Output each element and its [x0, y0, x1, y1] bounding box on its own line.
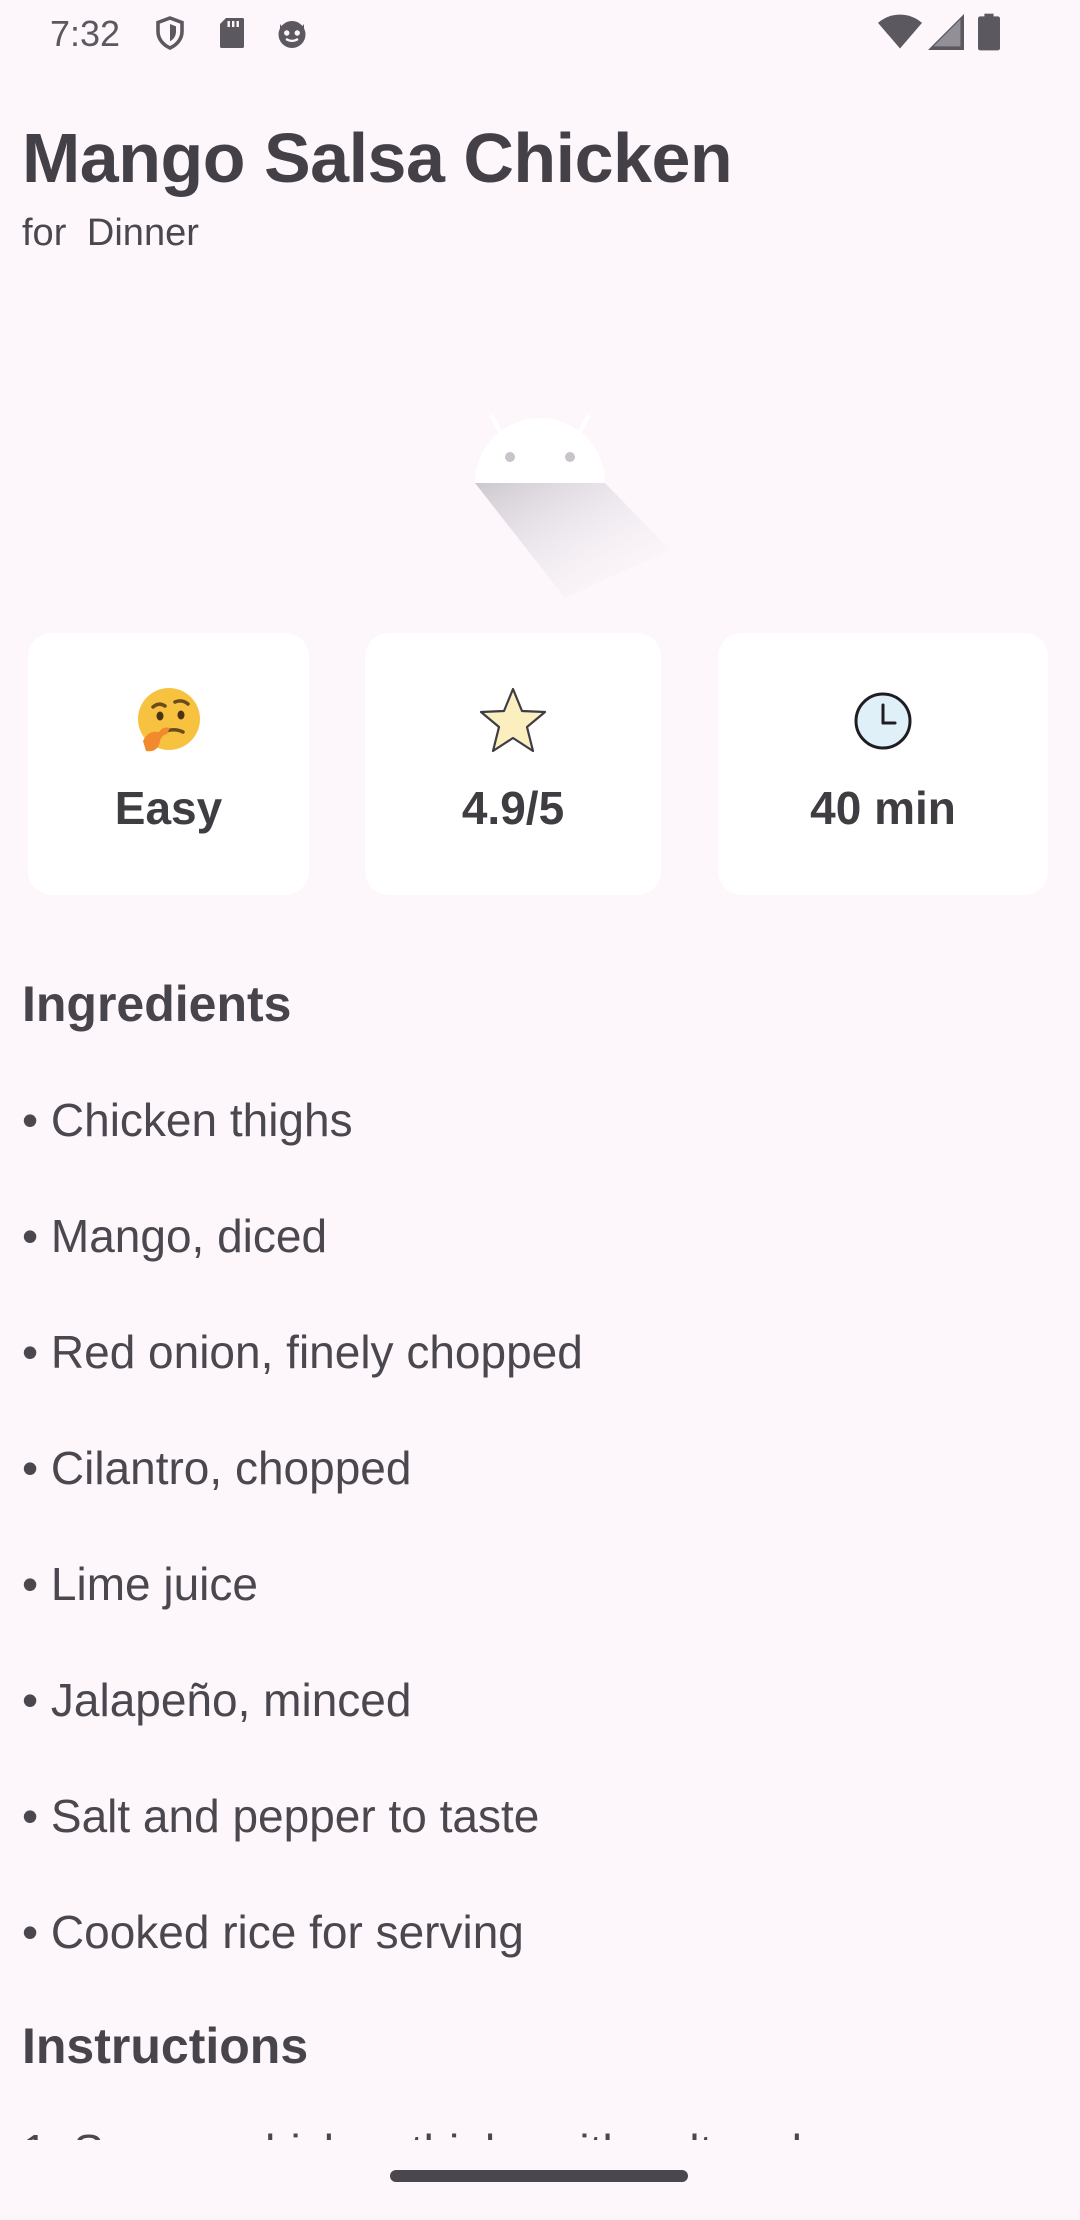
- recipe-title: Mango Salsa Chicken: [22, 119, 733, 197]
- recipe-subtitle: for Dinner: [22, 212, 199, 255]
- instructions-heading: Instructions: [22, 2018, 309, 2074]
- cat-face-icon: [278, 21, 306, 48]
- status-bar: 7:32: [0, 0, 1080, 66]
- time-label: 40 min: [810, 782, 956, 834]
- ingredient-item: • Lime juice: [22, 1558, 258, 1610]
- ingredient-item: • Cooked rice for serving: [22, 1906, 524, 1958]
- recipe-detail-screen: 7:32 Mango Salsa Chicken for Dinner Easy…: [0, 0, 1080, 2220]
- instruction-step-partial: 1. Season chicken thighs with salt and: [22, 2118, 802, 2140]
- thinking-face-icon: [137, 688, 200, 752]
- status-time: 7:32: [50, 13, 121, 54]
- cell-signal-icon: [928, 14, 964, 50]
- ingredient-item: • Salt and pepper to taste: [22, 1790, 540, 1842]
- rating-card: 4.9/5: [365, 633, 661, 895]
- ingredient-item: • Cilantro, chopped: [22, 1442, 412, 1494]
- difficulty-label: Easy: [114, 782, 223, 834]
- ingredient-item: • Red onion, finely chopped: [22, 1326, 583, 1378]
- ingredient-item: • Mango, diced: [22, 1210, 328, 1262]
- ingredients-heading: Ingredients: [22, 976, 292, 1032]
- gesture-navigation-handle[interactable]: [390, 2170, 688, 2182]
- for-label: for: [22, 212, 67, 254]
- star-icon: [479, 687, 547, 753]
- sd-card-icon: [220, 18, 244, 48]
- difficulty-card: Easy: [28, 633, 309, 895]
- time-card: 40 min: [718, 633, 1048, 895]
- shield-icon: [156, 16, 184, 50]
- ingredient-item: • Chicken thighs: [22, 1094, 353, 1146]
- recipe-image-placeholder: [475, 415, 670, 598]
- meal-type: Dinner: [86, 212, 199, 254]
- wifi-icon: [878, 14, 922, 49]
- rating-label: 4.9/5: [461, 782, 565, 834]
- battery-icon: [978, 13, 1000, 51]
- ingredient-item: • Jalapeño, minced: [22, 1674, 412, 1726]
- clock-icon: [854, 692, 912, 750]
